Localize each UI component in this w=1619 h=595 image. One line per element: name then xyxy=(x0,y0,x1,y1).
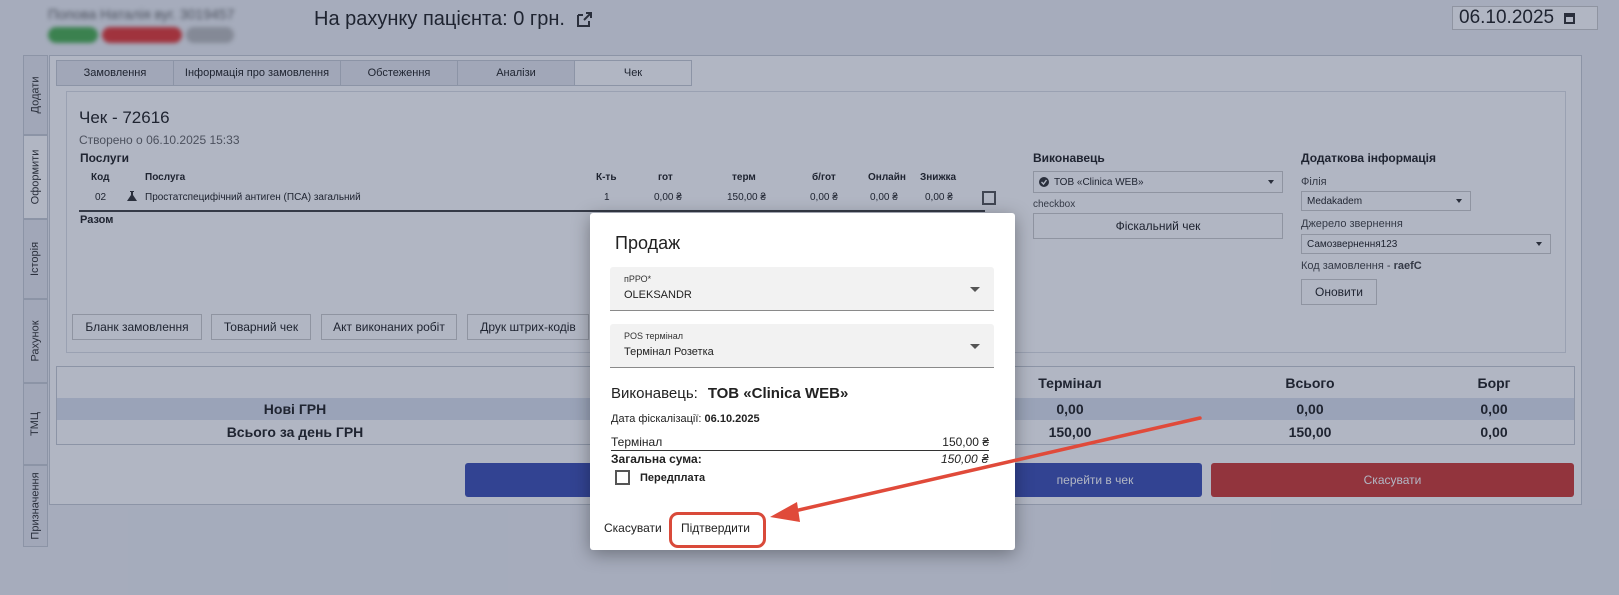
annotation-arrow xyxy=(770,416,1202,522)
